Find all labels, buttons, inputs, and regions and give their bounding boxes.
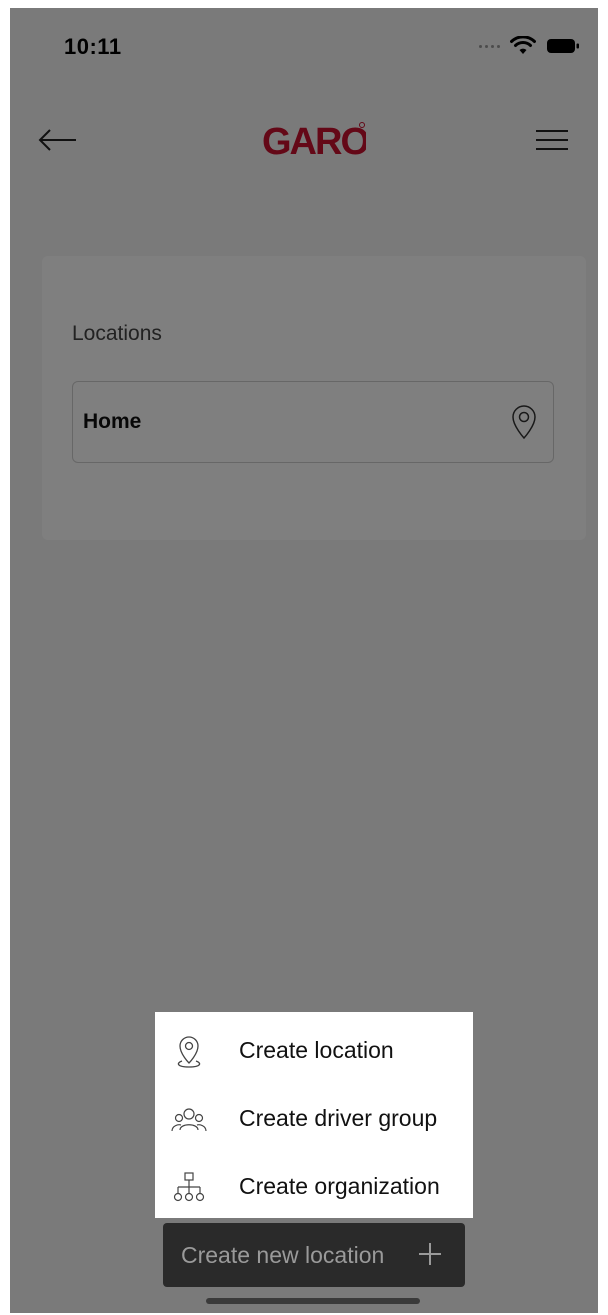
plus-icon — [419, 1243, 441, 1265]
create-new-location-button[interactable]: Create new location — [163, 1223, 465, 1287]
people-group-icon — [171, 1108, 207, 1132]
menu-item-create-organization[interactable]: Create organization — [155, 1153, 473, 1221]
org-chart-icon — [173, 1172, 205, 1202]
create-options-menu: Create location Create driver group Crea… — [155, 1012, 473, 1218]
app-screen: 10:11 GARO Locations — [10, 8, 598, 1313]
menu-item-label: Create driver group — [239, 1105, 438, 1131]
menu-item-create-location[interactable]: Create location — [155, 1017, 473, 1085]
menu-item-create-driver-group[interactable]: Create driver group — [155, 1085, 473, 1153]
create-button-label: Create new location — [181, 1242, 385, 1268]
menu-item-label: Create organization — [239, 1173, 440, 1199]
location-pin-icon — [177, 1036, 201, 1068]
home-indicator[interactable] — [206, 1298, 420, 1304]
menu-item-label: Create location — [239, 1037, 394, 1063]
